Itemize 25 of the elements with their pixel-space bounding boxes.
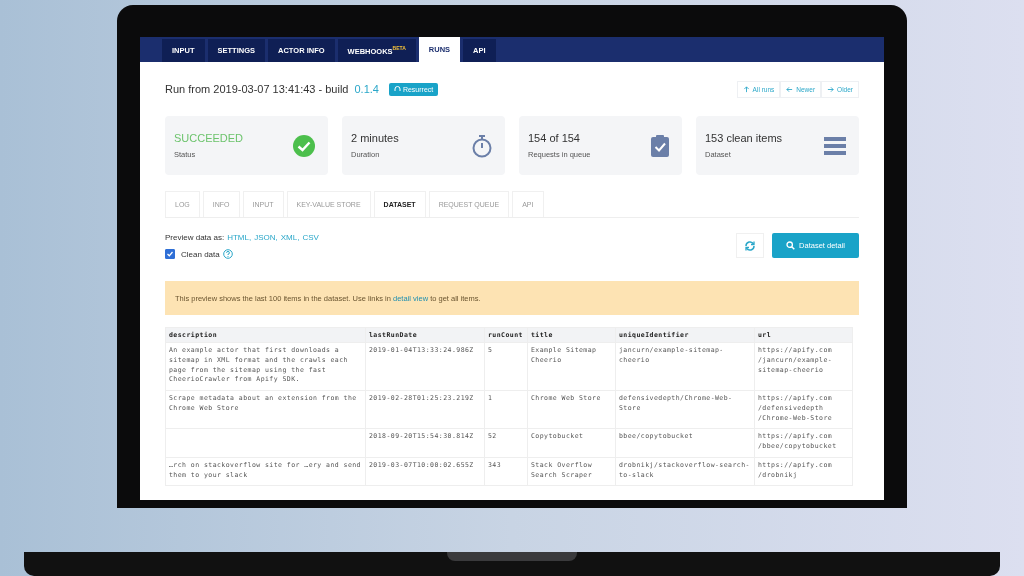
list-icon: [823, 135, 847, 156]
clean-data-label: Clean data: [181, 249, 220, 259]
refresh-icon: [744, 239, 756, 252]
stat-value: 153 clean items: [705, 132, 783, 144]
search-icon: [786, 241, 796, 250]
arrow-icon: [742, 85, 750, 93]
format-link[interactable]: JSON,: [254, 233, 278, 242]
preview-label: Preview data as:: [165, 233, 225, 242]
stat-value: SUCCEEDED: [174, 132, 244, 144]
help-icon[interactable]: [222, 249, 233, 259]
build-link[interactable]: 0.1.4: [354, 83, 379, 95]
format-link[interactable]: CSV: [302, 233, 319, 242]
run-title: Run from 2019-03-07 13:41:43 - build: [165, 83, 349, 95]
clean-data-checkbox[interactable]: [165, 249, 175, 259]
format-link[interactable]: HTML,: [227, 233, 252, 242]
stopwatch-icon: [471, 133, 493, 158]
arrow-icon: [827, 85, 835, 93]
arch-icon: [393, 86, 401, 92]
stat-value: 2 minutes: [351, 132, 399, 144]
refresh-button[interactable]: [736, 233, 764, 258]
arrow-icon: [786, 85, 794, 93]
clipboard-check-icon: [650, 133, 670, 158]
check-circle-icon: [292, 133, 316, 158]
format-link[interactable]: XML,: [280, 233, 300, 242]
stat-value: 154 of 154: [528, 132, 581, 144]
